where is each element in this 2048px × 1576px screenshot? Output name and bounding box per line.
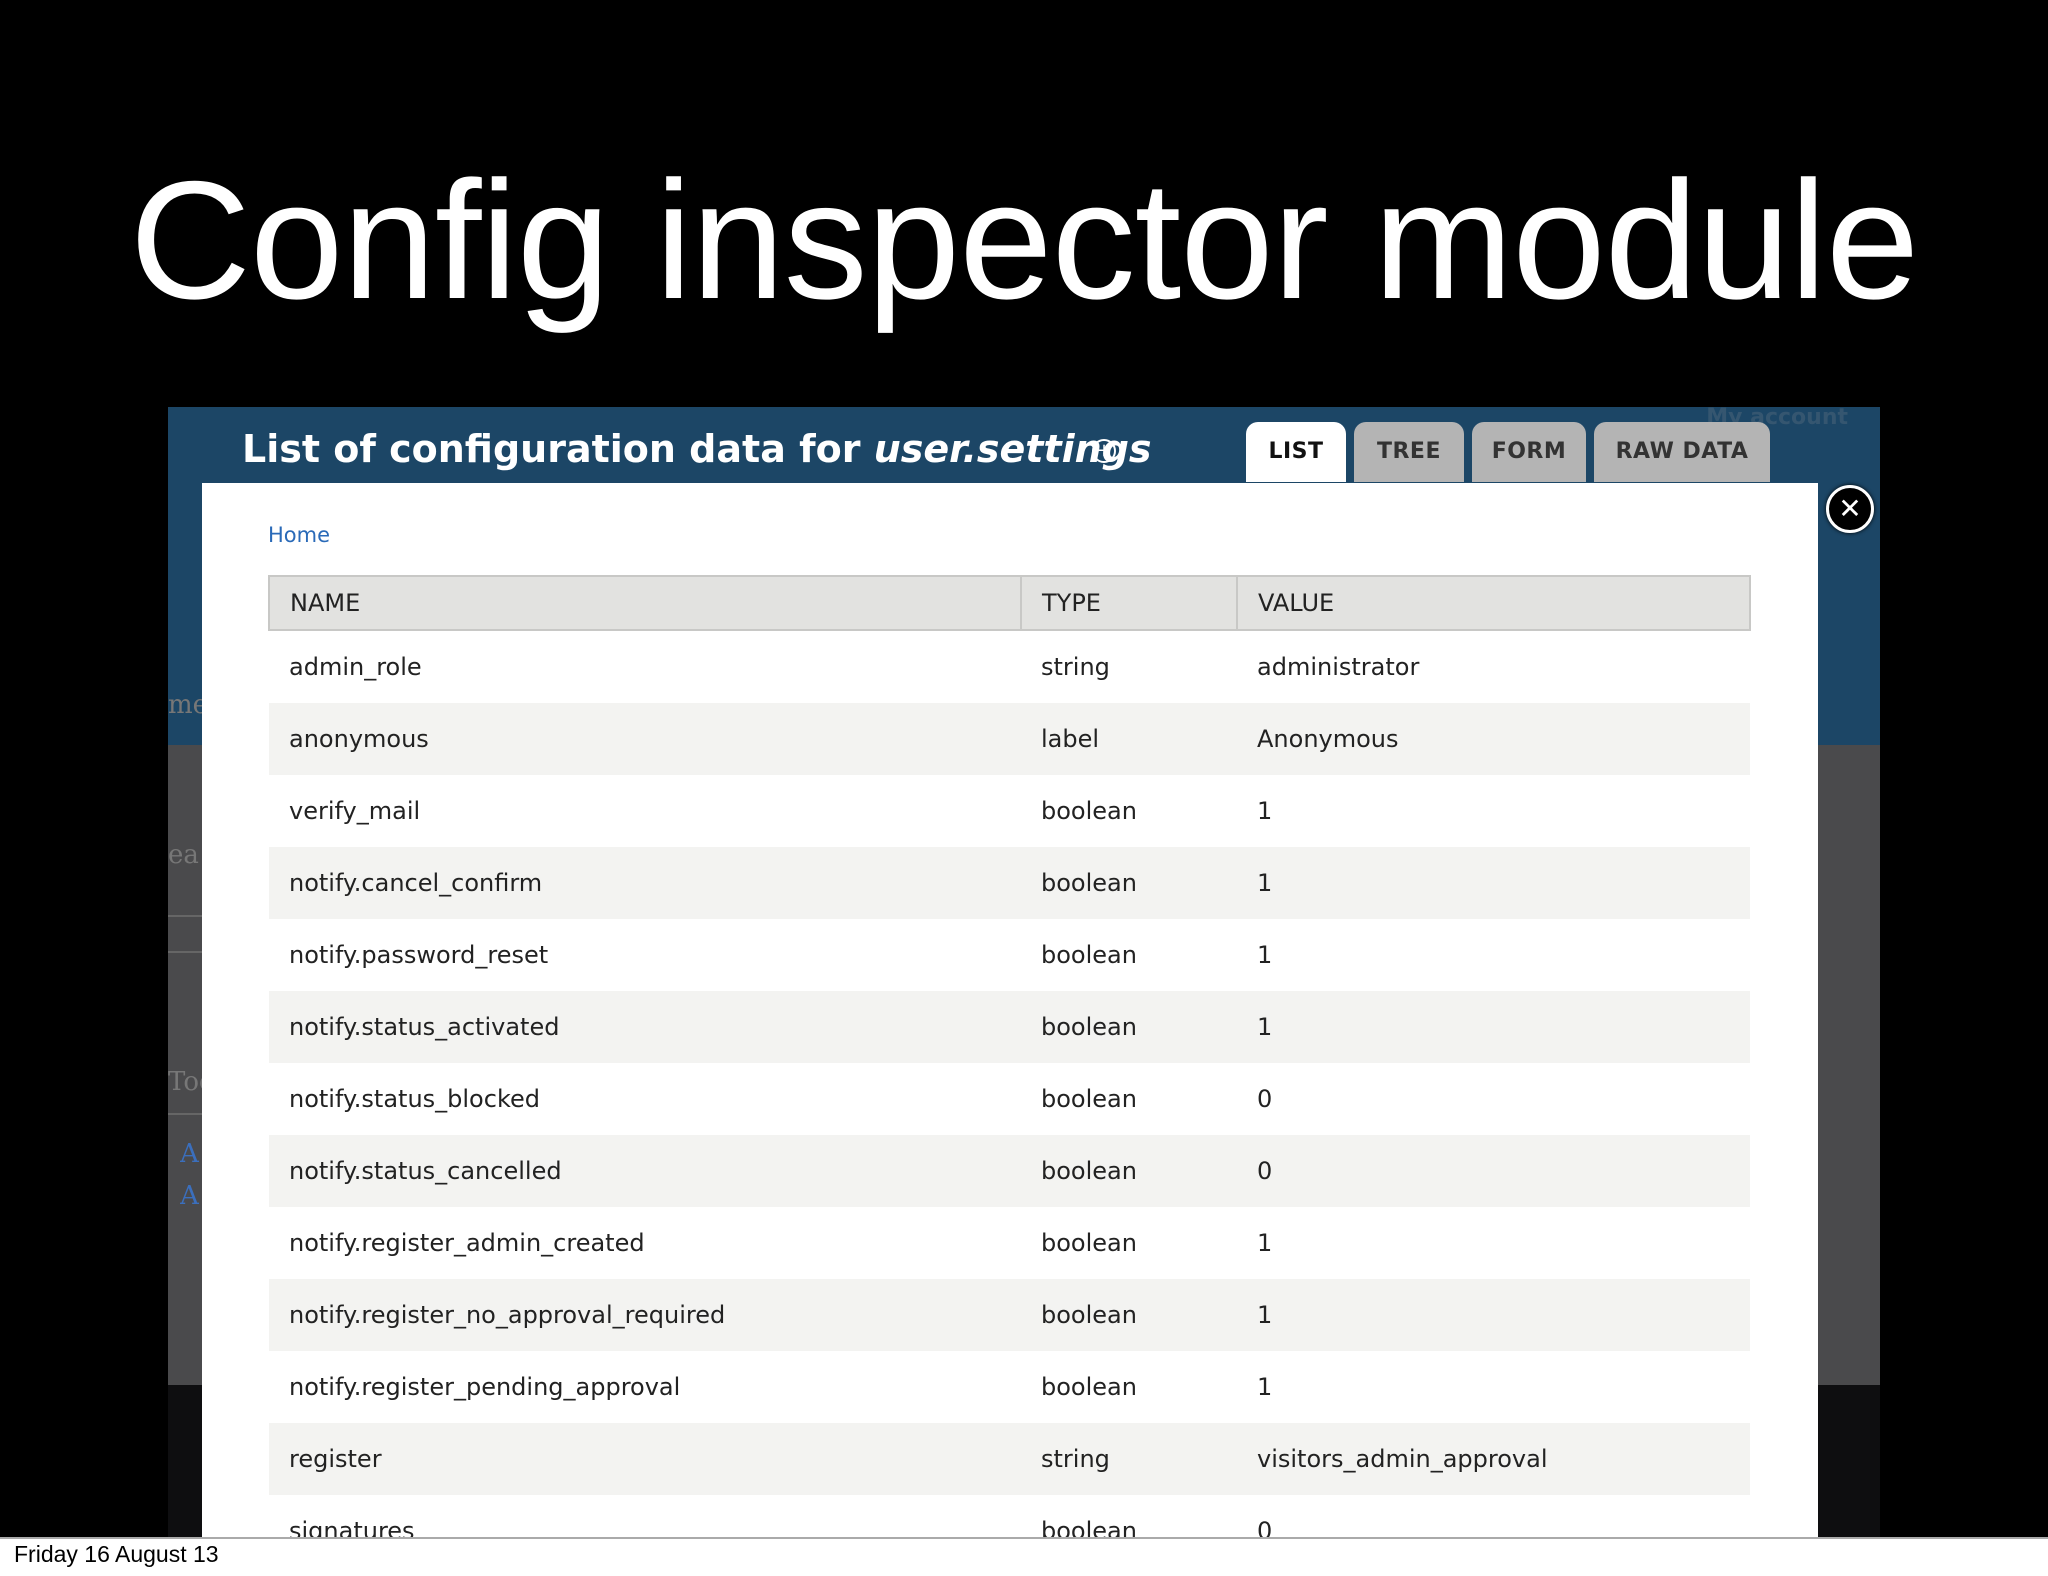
background-divider xyxy=(168,951,204,953)
cell-value: 1 xyxy=(1237,919,1750,991)
tab-tree[interactable]: TREE xyxy=(1354,422,1464,482)
cell-value: visitors_admin_approval xyxy=(1237,1423,1750,1495)
cell-name: register xyxy=(269,1423,1021,1495)
cell-name: notify.register_no_approval_required xyxy=(269,1279,1021,1351)
overlay-title-prefix: List of configuration data for xyxy=(242,427,874,471)
overlay-title: List of configuration data for user.sett… xyxy=(242,427,1152,471)
cell-name: notify.cancel_confirm xyxy=(269,847,1021,919)
table-row: notify.password_reset boolean 1 xyxy=(269,919,1750,991)
table-row: notify.register_pending_approval boolean… xyxy=(269,1351,1750,1423)
cell-name: notify.password_reset xyxy=(269,919,1021,991)
cell-type: boolean xyxy=(1021,1351,1237,1423)
footer-date: Friday 16 August 13 xyxy=(14,1541,219,1567)
cell-type: string xyxy=(1021,630,1237,703)
cell-type: boolean xyxy=(1021,775,1237,847)
cell-value: 0 xyxy=(1237,1063,1750,1135)
cell-type: boolean xyxy=(1021,1135,1237,1207)
background-divider xyxy=(168,1113,204,1115)
tab-list[interactable]: LIST xyxy=(1246,422,1346,482)
cell-type: label xyxy=(1021,703,1237,775)
cell-name: notify.status_cancelled xyxy=(269,1135,1021,1207)
cell-name: admin_role xyxy=(269,630,1021,703)
cell-type: boolean xyxy=(1021,1207,1237,1279)
background-text-fragment: ea xyxy=(168,840,199,870)
table-row: notify.cancel_confirm boolean 1 xyxy=(269,847,1750,919)
tab-raw-data[interactable]: RAW DATA xyxy=(1594,422,1770,482)
tab-form[interactable]: FORM xyxy=(1472,422,1586,482)
table-row: verify_mail boolean 1 xyxy=(269,775,1750,847)
background-divider xyxy=(168,915,204,917)
cell-value: 1 xyxy=(1237,1279,1750,1351)
cell-name: verify_mail xyxy=(269,775,1021,847)
cell-type: boolean xyxy=(1021,847,1237,919)
config-dialog: Home NAME TYPE VALUE admin_role string a… xyxy=(202,483,1818,1537)
table-row: admin_role string administrator xyxy=(269,630,1750,703)
circle-plus-icon[interactable]: + xyxy=(1092,439,1116,463)
cell-name: signatures xyxy=(269,1495,1021,1537)
close-icon[interactable]: ✕ xyxy=(1826,485,1874,533)
table-header-row: NAME TYPE VALUE xyxy=(268,575,1751,631)
cell-value: 1 xyxy=(1237,847,1750,919)
cell-type: boolean xyxy=(1021,991,1237,1063)
cell-value: 1 xyxy=(1237,991,1750,1063)
cell-type: string xyxy=(1021,1423,1237,1495)
footer-strip xyxy=(0,1539,2048,1576)
cell-name: anonymous xyxy=(269,703,1021,775)
table-row: register string visitors_admin_approval xyxy=(269,1423,1750,1495)
cell-value: 1 xyxy=(1237,1207,1750,1279)
config-table: NAME TYPE VALUE admin_role string admini… xyxy=(268,575,1751,1537)
background-text-fragment: me xyxy=(168,690,204,720)
table-row: anonymous label Anonymous xyxy=(269,703,1750,775)
cell-type: boolean xyxy=(1021,1279,1237,1351)
column-header-name[interactable]: NAME xyxy=(268,575,1022,631)
background-text-fragment: Too xyxy=(168,1067,204,1097)
table-row: notify.status_blocked boolean 0 xyxy=(269,1063,1750,1135)
cell-name: notify.status_activated xyxy=(269,991,1021,1063)
cell-type: boolean xyxy=(1021,919,1237,991)
table-row: notify.register_admin_created boolean 1 xyxy=(269,1207,1750,1279)
table-row: notify.status_activated boolean 1 xyxy=(269,991,1750,1063)
cell-value: 0 xyxy=(1237,1495,1750,1537)
breadcrumb-home[interactable]: Home xyxy=(268,523,330,547)
cell-value: 0 xyxy=(1237,1135,1750,1207)
screenshot-frame: My account me ea Too A A List of configu… xyxy=(168,407,1880,1537)
cell-type: boolean xyxy=(1021,1495,1237,1537)
cell-name: notify.register_pending_approval xyxy=(269,1351,1021,1423)
column-header-value[interactable]: VALUE xyxy=(1236,575,1751,631)
table-row: notify.register_no_approval_required boo… xyxy=(269,1279,1750,1351)
cell-value: 1 xyxy=(1237,1351,1750,1423)
cell-value: Anonymous xyxy=(1237,703,1750,775)
cell-type: boolean xyxy=(1021,1063,1237,1135)
slide-title: Config inspector module xyxy=(129,146,1920,334)
cell-value: 1 xyxy=(1237,775,1750,847)
table-row: notify.status_cancelled boolean 0 xyxy=(269,1135,1750,1207)
cell-value: administrator xyxy=(1237,630,1750,703)
table-row: signatures boolean 0 xyxy=(269,1495,1750,1537)
column-header-type[interactable]: TYPE xyxy=(1020,575,1238,631)
cell-name: notify.status_blocked xyxy=(269,1063,1021,1135)
cell-name: notify.register_admin_created xyxy=(269,1207,1021,1279)
